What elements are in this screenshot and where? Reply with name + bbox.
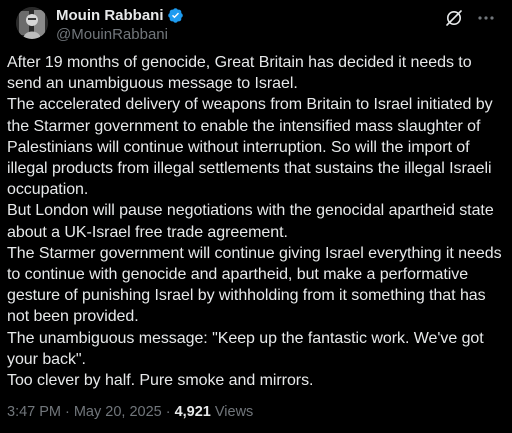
tweet-paragraph: After 19 months of genocide, Great Brita… [7, 54, 472, 93]
tweet-paragraph: The Starmer government will continue giv… [7, 244, 502, 326]
views-label: Views [214, 404, 254, 420]
meta-separator: · [65, 404, 70, 420]
views-count: 4,921 [174, 404, 211, 420]
author-handle[interactable]: @MouinRabbani [56, 26, 184, 43]
tweet-header: Mouin Rabbani @MouinRabbani [8, 0, 504, 52]
author-display-name[interactable]: Mouin Rabbani [56, 7, 164, 24]
tweet-paragraph: The unambiguous message: "Keep up the fa… [7, 329, 484, 368]
tweet-time[interactable]: 3:47 PM [7, 404, 61, 420]
verified-badge-icon [167, 7, 184, 24]
author-names: Mouin Rabbani @MouinRabbani [56, 6, 184, 43]
tweet-meta: 3:47 PM · May 20, 2025 · 4,921 Views [7, 404, 253, 420]
more-icon[interactable] [476, 8, 496, 28]
grok-icon[interactable] [444, 8, 464, 28]
header-actions [444, 8, 496, 28]
tweet: Mouin Rabbani @MouinRabbani After 19 mon… [0, 0, 512, 433]
tweet-paragraph: Too clever by half. Pure smoke and mirro… [7, 372, 314, 390]
meta-separator: · [165, 404, 171, 420]
tweet-paragraph: The accelerated delivery of weapons from… [7, 96, 493, 199]
avatar[interactable] [16, 7, 48, 39]
tweet-date[interactable]: May 20, 2025 [74, 404, 162, 420]
tweet-text: After 19 months of genocide, Great Brita… [7, 52, 507, 391]
tweet-paragraph: But London will pause negotiations with … [7, 202, 494, 241]
